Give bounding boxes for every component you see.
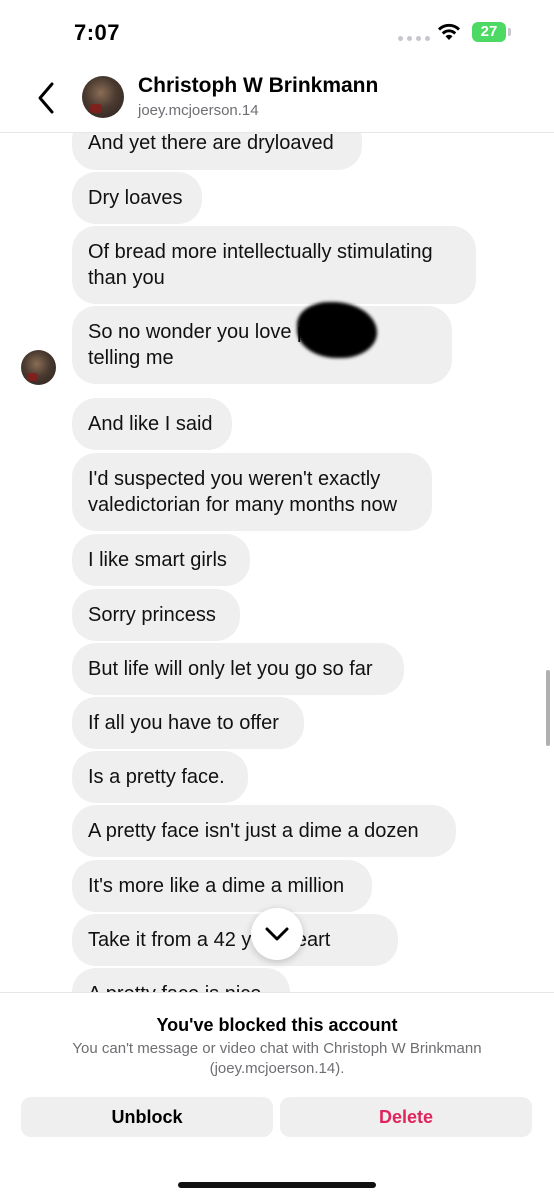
- message-thread[interactable]: And yet there are dryloaved Dry loaves O…: [0, 108, 554, 992]
- delete-button[interactable]: Delete: [280, 1097, 532, 1137]
- blocked-account-panel: You've blocked this account You can't me…: [0, 992, 554, 1201]
- battery-level: 27: [480, 23, 498, 40]
- message-bubble[interactable]: If all you have to offer: [72, 697, 304, 749]
- status-bar: 7:07 27: [0, 0, 554, 64]
- cellular-signal-icon: [398, 36, 430, 41]
- wifi-icon: [438, 23, 460, 40]
- contact-name[interactable]: Christoph W Brinkmann: [138, 74, 378, 98]
- message-bubble[interactable]: I'd suspected you weren't exactly valedi…: [72, 453, 432, 531]
- unblock-button[interactable]: Unblock: [21, 1097, 273, 1137]
- status-time: 7:07: [74, 20, 121, 45]
- message-text: Of bread more intellectually stimulating…: [88, 241, 433, 289]
- message-bubble[interactable]: And like I said: [72, 398, 232, 450]
- message-text: A pretty face isn't just a dime a dozen: [88, 820, 419, 842]
- back-chevron-icon[interactable]: [32, 80, 62, 116]
- message-bubble[interactable]: But life will only let you go so far: [72, 643, 404, 695]
- message-text: I'd suspected you weren't exactly valedi…: [88, 468, 398, 516]
- message-bubble[interactable]: A pretty face isn't just a dime a dozen: [72, 805, 456, 857]
- sender-avatar[interactable]: [21, 350, 56, 385]
- message-bubble[interactable]: So no wonder you love p. Ty for telling …: [72, 306, 452, 384]
- home-indicator[interactable]: [178, 1182, 376, 1188]
- message-text: It's more like a dime a million: [88, 875, 345, 897]
- message-text: If all you have to offer: [88, 712, 279, 734]
- message-text: Is a pretty face.: [88, 766, 225, 788]
- chat-header: Christoph W Brinkmann joey.mcjoerson.14: [0, 64, 554, 133]
- message-bubble[interactable]: Of bread more intellectually stimulating…: [72, 226, 476, 304]
- message-bubble[interactable]: Dry loaves: [72, 172, 202, 224]
- avatar[interactable]: [82, 76, 124, 118]
- message-bubble[interactable]: It's more like a dime a million: [72, 860, 372, 912]
- battery-icon: 27: [472, 22, 506, 42]
- battery-tip: [508, 28, 511, 36]
- blocked-title: You've blocked this account: [156, 1015, 398, 1035]
- message-bubble[interactable]: Sorry princess: [72, 589, 240, 641]
- message-bubble[interactable]: A pretty face is nice: [72, 968, 290, 992]
- chevron-down-icon: [265, 927, 289, 941]
- message-bubble[interactable]: Take it from a 42 y eetheart: [72, 914, 398, 966]
- message-text: I like smart girls: [88, 549, 227, 571]
- message-text: Sorry princess: [88, 604, 216, 626]
- message-bubble[interactable]: Is a pretty face.: [72, 751, 248, 803]
- contact-username: joey.mcjoerson.14: [138, 102, 259, 119]
- scroll-to-bottom-button[interactable]: [251, 908, 303, 960]
- message-text: Dry loaves: [88, 187, 183, 209]
- message-text: And yet there are dryloaved: [88, 132, 334, 154]
- message-text: A pretty face is nice: [88, 981, 261, 992]
- blocked-description: You can't message or video chat with Chr…: [72, 1040, 482, 1077]
- message-text: But life will only let you go so far: [88, 658, 373, 680]
- message-text: And like I said: [88, 413, 213, 435]
- message-bubble[interactable]: I like smart girls: [72, 534, 250, 586]
- scrollbar[interactable]: [546, 670, 550, 746]
